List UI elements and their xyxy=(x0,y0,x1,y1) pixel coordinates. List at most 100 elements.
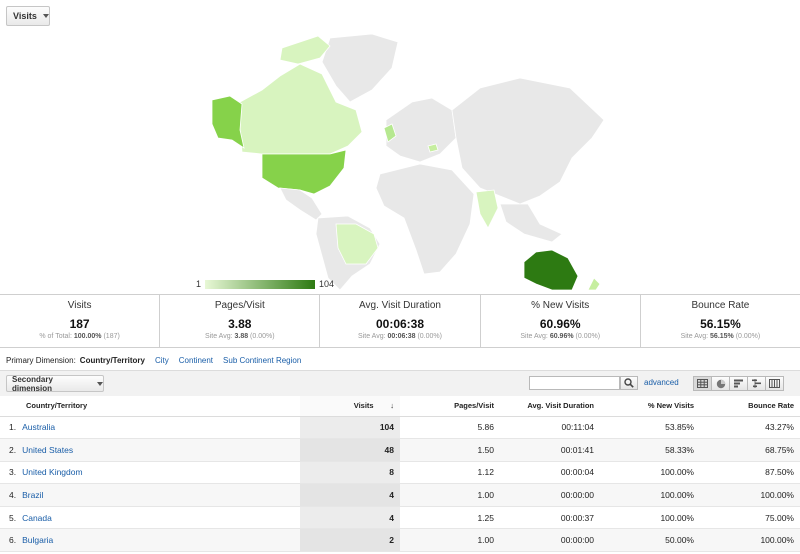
dimension-link-continent[interactable]: Continent xyxy=(179,356,213,365)
row-new-visits: 100.00% xyxy=(660,467,694,478)
map-region-alaska[interactable] xyxy=(211,95,245,149)
table-header-row: Country/Territory Visits ↓ Pages/Visit A… xyxy=(0,396,800,416)
map-legend: 1 104 xyxy=(196,278,334,290)
map-region-southeast-asia[interactable] xyxy=(499,203,563,243)
row-pages-visit: 5.86 xyxy=(477,422,494,433)
row-visits: 4 xyxy=(300,506,400,529)
legend-min: 1 xyxy=(196,279,202,289)
map-region-australia[interactable] xyxy=(523,249,579,290)
map-region-europe[interactable] xyxy=(385,97,457,163)
row-index: 1. xyxy=(9,422,17,433)
search-button[interactable] xyxy=(620,376,638,390)
summary-sub-prefix: Site Avg: xyxy=(520,333,550,340)
summary-sub-suffix: (0.00%) xyxy=(573,333,601,340)
pivot-view-button[interactable] xyxy=(765,376,784,391)
col-header-pages-visit[interactable]: Pages/Visit xyxy=(400,396,500,416)
map-region-greenland[interactable] xyxy=(321,33,399,103)
row-country-link[interactable]: Australia xyxy=(22,416,300,439)
row-country-link[interactable]: Canada xyxy=(22,506,300,529)
summary-new-visits: % New Visits 60.96% Site Avg: 60.96% (0.… xyxy=(481,295,641,347)
view-switcher xyxy=(693,376,784,391)
row-country-link[interactable]: Brazil xyxy=(22,484,300,507)
summary-sub-bold: 56.15% xyxy=(710,333,734,340)
table-row: 4. Brazil 4 1.00 00:00:00 100.00% 100.00… xyxy=(0,483,800,507)
row-new-visits: 50.00% xyxy=(665,535,694,546)
search-icon xyxy=(624,378,634,388)
row-index: 4. xyxy=(9,490,17,501)
row-pages-visit: 1.50 xyxy=(477,444,494,455)
table-view-button[interactable] xyxy=(693,376,712,391)
summary-sub-suffix: (187) xyxy=(101,333,120,340)
col-header-avg-duration[interactable]: Avg. Visit Duration xyxy=(500,396,600,416)
metric-select[interactable]: Visits xyxy=(6,6,50,26)
dimension-link-city[interactable]: City xyxy=(155,356,169,365)
row-avg-duration: 00:11:04 xyxy=(561,422,594,433)
secondary-dimension-label: Secondary dimension xyxy=(12,374,53,393)
map-region-africa[interactable] xyxy=(375,163,475,275)
summary-sub-prefix: Site Avg: xyxy=(680,333,711,340)
row-bounce-rate: 100.00% xyxy=(760,490,794,501)
table-search-input[interactable] xyxy=(529,376,620,390)
row-avg-duration: 00:01:41 xyxy=(560,444,594,455)
row-avg-duration: 00:00:00 xyxy=(560,535,594,546)
row-index: 2. xyxy=(9,444,17,455)
summary-sub-bold: 100.00% xyxy=(73,333,102,340)
dimension-link-sub-continent[interactable]: Sub Continent Region xyxy=(223,356,301,365)
summary-sub-prefix: Site Avg: xyxy=(358,333,388,340)
row-country-link[interactable]: Bulgaria xyxy=(22,529,300,552)
row-new-visits: 100.00% xyxy=(660,490,694,501)
map-region-asia[interactable] xyxy=(451,77,605,205)
summary-label: Avg. Visit Duration xyxy=(359,300,441,311)
summary-label: Pages/Visit xyxy=(214,300,265,311)
map-region-india[interactable] xyxy=(475,189,499,229)
row-index: 6. xyxy=(9,535,17,546)
summary-value: 187 xyxy=(69,317,90,331)
performance-view-button[interactable] xyxy=(729,376,748,391)
col-header-visits[interactable]: Visits ↓ xyxy=(300,396,400,416)
col-header-country[interactable]: Country/Territory xyxy=(0,396,300,416)
summary-sub: Site Avg: 3.88 (0.00%) xyxy=(160,333,319,340)
col-header-bounce-rate[interactable]: Bounce Rate xyxy=(700,396,800,416)
row-avg-duration: 00:00:04 xyxy=(560,467,594,478)
row-avg-duration: 00:00:00 xyxy=(560,490,594,501)
world-map-svg[interactable] xyxy=(0,28,800,290)
pivot-icon xyxy=(769,379,780,388)
row-index: 5. xyxy=(9,512,17,523)
table-row: 3. United Kingdom 8 1.12 00:00:04 100.00… xyxy=(0,461,800,484)
row-visits: 4 xyxy=(300,483,400,507)
comparison-view-button[interactable] xyxy=(747,376,766,391)
pie-chart-icon xyxy=(716,379,725,388)
summary-bounce-rate: Bounce Rate 56.15% Site Avg: 56.15% (0.0… xyxy=(641,295,800,347)
summary-value: 3.88 xyxy=(228,317,252,331)
summary-sub: % of Total: 100.00% (187) xyxy=(0,333,159,340)
summary-avg-duration: Avg. Visit Duration 00:06:38 Site Avg: 0… xyxy=(320,295,481,347)
summary-label: Visits xyxy=(67,300,92,311)
chevron-down-icon xyxy=(97,381,103,386)
table-row: 2. United States 48 1.50 00:01:41 58.33%… xyxy=(0,438,800,462)
table-icon xyxy=(697,379,708,388)
summary-value: 60.96% xyxy=(539,317,581,331)
world-map[interactable] xyxy=(0,28,800,290)
row-visits: 104 xyxy=(300,416,400,439)
summary-sub-prefix: % of Total: xyxy=(39,333,74,340)
primary-dimension-current: Country/Territory xyxy=(79,356,145,365)
advanced-filter-link[interactable]: advanced xyxy=(644,378,679,387)
data-table: Country/Territory Visits ↓ Pages/Visit A… xyxy=(0,396,800,552)
row-country-link[interactable]: United States xyxy=(22,439,300,462)
row-new-visits: 100.00% xyxy=(660,512,694,523)
summary-value: 00:06:38 xyxy=(375,317,425,331)
summary-pages-visit: Pages/Visit 3.88 Site Avg: 3.88 (0.00%) xyxy=(160,295,321,347)
col-header-new-visits[interactable]: % New Visits xyxy=(600,396,700,416)
map-region-new-zealand[interactable] xyxy=(587,277,601,290)
row-pages-visit: 1.00 xyxy=(477,490,494,501)
row-pages-visit: 1.25 xyxy=(477,512,494,523)
chevron-down-icon xyxy=(42,14,49,18)
secondary-dimension-button[interactable]: Secondary dimension xyxy=(6,374,104,393)
summary-sub-bold: 60.96% xyxy=(549,333,574,340)
pie-view-button[interactable] xyxy=(711,376,730,391)
row-avg-duration: 00:00:37 xyxy=(560,512,594,523)
map-region-united-states[interactable] xyxy=(261,149,347,195)
row-country-link[interactable]: United Kingdom xyxy=(22,461,300,484)
summary-sub-suffix: (0.00%) xyxy=(733,333,761,340)
summary-sub: Site Avg: 60.96% (0.00%) xyxy=(481,333,640,340)
